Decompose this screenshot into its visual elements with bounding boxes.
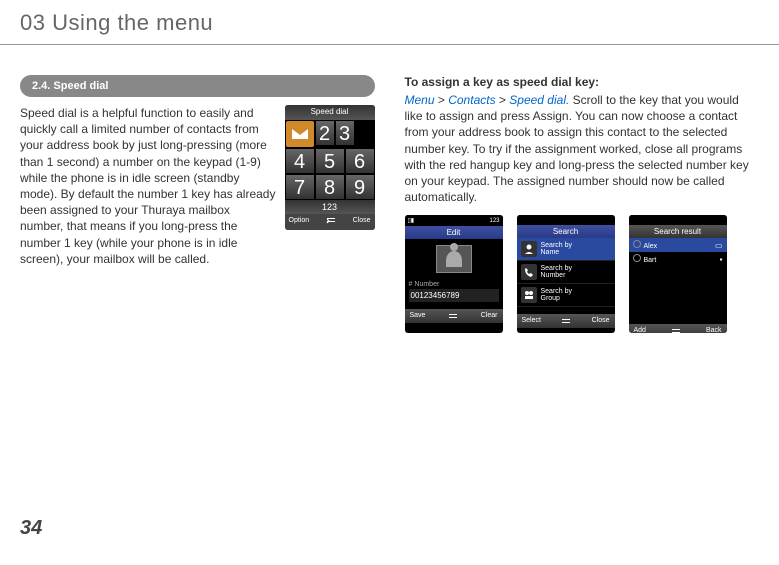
right-column: To assign a key as speed dial key: Menu … <box>405 75 760 333</box>
rs-header: Search result <box>629 225 727 238</box>
group-icon <box>521 287 537 303</box>
sd-cell-2: 2 <box>315 120 335 146</box>
sd-cell-9: 9 <box>345 174 375 200</box>
nav-sep2: > <box>496 93 510 107</box>
phone-small-icon: ▪ <box>720 255 723 264</box>
instruction-title: To assign a key as speed dial key: <box>405 75 760 89</box>
left-body-text: Speed dial is a helpful function to easi… <box>20 106 275 266</box>
es-header: Edit <box>405 226 503 239</box>
sd-soft-mid-icon <box>326 216 336 228</box>
sd-cell-5: 5 <box>315 148 345 174</box>
ss-soft-left: Select <box>522 317 541 325</box>
rs-soft-right: Back <box>706 327 722 333</box>
sd-title: Speed dial <box>285 105 375 120</box>
es-status-right: 123 <box>489 218 499 224</box>
page-header: 03 Using the menu <box>0 0 779 45</box>
sd-cell-6: 6 <box>345 148 375 174</box>
left-column: 2.4. Speed dial Speed dial 2 3 4 5 <box>20 75 375 333</box>
nav-speeddial: Speed dial. <box>509 93 569 107</box>
sd-cell-4: 4 <box>285 148 315 174</box>
hash-icon: # <box>409 281 413 288</box>
page-title: 03 Using the menu <box>20 10 759 36</box>
page-number: 34 <box>20 517 42 540</box>
es-signal-icon: ▯▮ <box>408 217 415 224</box>
result-item-alex: Alex ▭ <box>629 238 727 252</box>
nav-menu: Menu <box>405 93 435 107</box>
person-icon <box>521 241 537 257</box>
search-screenshot: Search Search byName Search byNumber <box>517 215 615 333</box>
sd-soft-right: Close <box>353 216 371 228</box>
ss-soft-mid-icon <box>561 317 571 325</box>
es-field-label: # Number <box>409 281 499 288</box>
ss-header: Search <box>517 225 615 238</box>
sd-cell-3: 3 <box>335 120 355 146</box>
nav-sep1: > <box>435 93 449 107</box>
right-body: Menu > Contacts > Speed dial. Scroll to … <box>405 92 760 205</box>
voicemail-icon <box>286 121 314 147</box>
result-screenshot: Search result Alex ▭ Bart ▪ Add <box>629 215 727 333</box>
page-content: 2.4. Speed dial Speed dial 2 3 4 5 <box>0 45 779 343</box>
right-body-text: Scroll to the key that you would like to… <box>405 93 749 204</box>
rs-soft-left: Add <box>634 327 646 333</box>
sim-icon: ▭ <box>715 241 723 250</box>
speed-dial-screenshot: Speed dial 2 3 4 5 6 7 8 9 <box>285 105 375 230</box>
sd-cell-8: 8 <box>315 174 345 200</box>
ss-soft-right: Close <box>592 317 610 325</box>
rs-soft-mid-icon <box>671 327 681 333</box>
result-item-bart: Bart ▪ <box>629 252 727 266</box>
edit-screenshot: ▯▮ 123 Edit # Number 00123456789 Save <box>405 215 503 333</box>
nav-contacts: Contacts <box>448 93 495 107</box>
es-soft-left: Save <box>410 312 426 320</box>
sd-bottom-num: 123 <box>322 202 337 212</box>
es-soft-right: Clear <box>481 312 498 320</box>
search-by-group: Search byGroup <box>517 284 615 307</box>
search-by-name: Search byName <box>517 238 615 261</box>
contact-portrait-icon <box>436 245 472 273</box>
sd-cell-7: 7 <box>285 174 315 200</box>
left-body: Speed dial 2 3 4 5 6 7 8 9 <box>20 105 375 267</box>
es-number-value: 00123456789 <box>409 289 499 302</box>
sd-soft-left: Option <box>289 216 310 228</box>
phone-icon <box>521 264 537 280</box>
screens-row: ▯▮ 123 Edit # Number 00123456789 Save <box>405 215 760 333</box>
search-by-number: Search byNumber <box>517 261 615 284</box>
section-badge: 2.4. Speed dial <box>20 75 375 97</box>
es-soft-mid-icon <box>448 312 458 320</box>
